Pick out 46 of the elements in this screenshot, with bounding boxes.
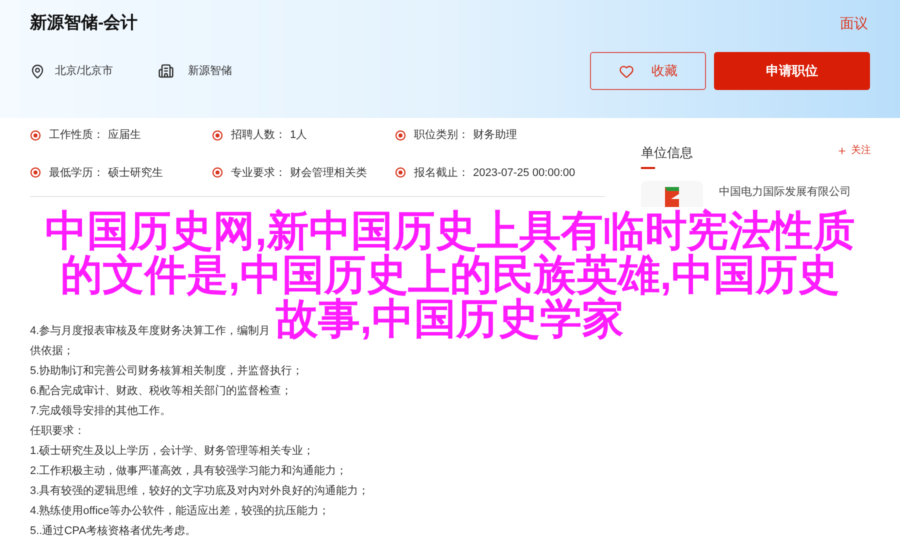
description-line: 7.完成领导安排的其他工作。 bbox=[30, 404, 172, 419]
section-title: 单位信息 bbox=[641, 144, 693, 162]
bullet-icon bbox=[30, 130, 41, 141]
overlay-title: 的文件是,中国历史上的民族英雄,中国历史 bbox=[60, 253, 840, 297]
detail-label: 专业要求： bbox=[231, 166, 286, 180]
description-line: 5..通过CPA考核资格者优先考虑。 bbox=[30, 524, 196, 539]
company-name: 新源智储 bbox=[188, 64, 232, 79]
company-logo bbox=[641, 180, 703, 206]
job-title: 新源智储-会计 bbox=[30, 12, 138, 34]
bullet-icon bbox=[212, 130, 223, 141]
company-name: 中国电力国际发展有限公司 bbox=[719, 184, 851, 198]
description-line: 1.硕士研究生及以上学历，会计学、财务管理等相关专业； bbox=[30, 444, 314, 459]
detail-value: 2023-07-25 00:00:00 bbox=[473, 166, 576, 180]
overlay-title: 中国历史网,新中国历史上具有临时宪法性质 bbox=[45, 209, 855, 253]
building-icon bbox=[158, 63, 174, 79]
overlay-title: 故事,中国历史学家 bbox=[276, 297, 624, 341]
detail-label: 职位类别： bbox=[414, 128, 469, 143]
description-line: 4.熟练使用office等办公软件，能适应出差，较强的抗压能力； bbox=[30, 504, 330, 519]
bullet-icon bbox=[212, 167, 223, 178]
heart-icon bbox=[618, 64, 634, 78]
description-line: 3.具有较强的逻辑思维，较好的文字功底及对内对外良好的沟通能力； bbox=[30, 484, 370, 499]
description-line: 5.协助制订和完善公司财务核算相关制度，并监督执行； bbox=[30, 364, 304, 379]
description-line: 6.配合完成审计、财政、税收等相关部门的监督检查； bbox=[30, 384, 292, 399]
salary: 面议 bbox=[840, 14, 868, 32]
apply-button[interactable]: 申请职位 bbox=[714, 52, 870, 90]
description-line: 供依据； bbox=[30, 344, 74, 359]
description-line: 4.参与月度报表审核及年度财务决算工作，编制月 bbox=[30, 324, 270, 339]
detail-label: 最低学历： bbox=[49, 166, 104, 180]
detail-label: 招聘人数： bbox=[231, 128, 286, 143]
detail-value: 1人 bbox=[290, 128, 308, 143]
detail-value: 财务助理 bbox=[473, 128, 517, 143]
bullet-icon bbox=[395, 167, 406, 178]
detail-value: 应届生 bbox=[108, 128, 141, 143]
detail-value: 硕士研究生 bbox=[108, 166, 163, 180]
favorite-button[interactable]: 收藏 bbox=[590, 52, 706, 90]
location: 北京/北京市 bbox=[55, 64, 114, 79]
detail-label: 报名截止： bbox=[414, 166, 469, 180]
description-line: 2.工作积极主动，做事严谨高效，具有较强学习能力和沟通能力； bbox=[30, 464, 348, 479]
plus-icon bbox=[837, 146, 847, 156]
detail-value: 财会管理相关类 bbox=[290, 166, 367, 180]
description-line: 任职要求： bbox=[30, 424, 85, 439]
bullet-icon bbox=[395, 130, 406, 141]
detail-label: 工作性质： bbox=[49, 128, 104, 143]
bullet-icon bbox=[30, 167, 41, 178]
location-icon bbox=[30, 64, 45, 78]
follow-button[interactable]: 关注 bbox=[837, 143, 871, 158]
